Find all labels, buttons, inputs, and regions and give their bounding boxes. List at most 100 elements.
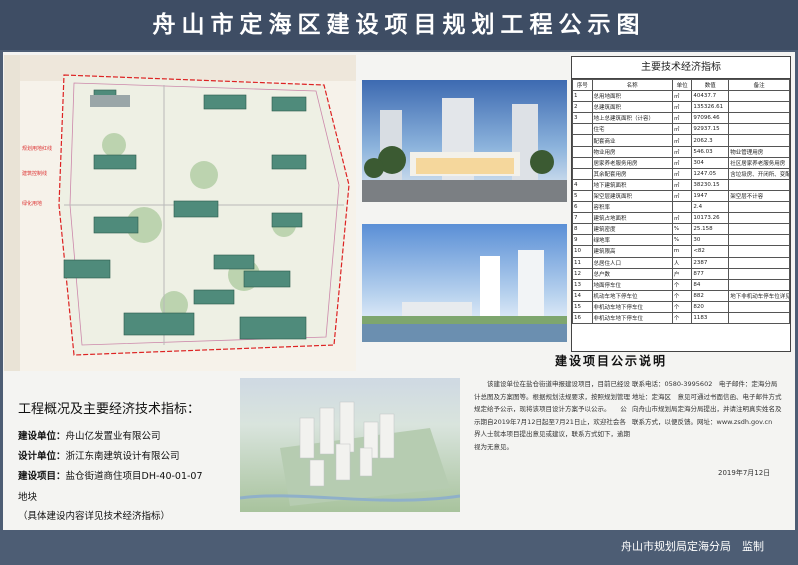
table-cell	[572, 123, 593, 136]
table-row: 14机动车地下停车位个882地下非机动车停车位详见图纸	[572, 289, 790, 302]
table-cell: <82	[691, 245, 730, 258]
notice-body-left: 该建设单位在盐仓街道申报建设项目，目前已经设计总图及方案图等。根据规划法规要求，…	[474, 380, 630, 451]
notice-date: 2019年7月12日	[718, 469, 771, 477]
overview-value: 舟山亿发置业有限公司	[65, 431, 161, 442]
table-header-cell: 数值	[691, 78, 730, 92]
table-row: 11 总居住人口人 2387	[572, 256, 790, 269]
overview-label: 建设项目：	[18, 471, 66, 482]
table-cell: 16	[572, 311, 593, 325]
table-cell: ㎡	[671, 101, 693, 114]
table-row: 4 地下建筑面积㎡ 38230.15	[572, 178, 790, 191]
table-header-cell: 备注	[728, 78, 790, 92]
table-cell: 1247.05	[691, 167, 730, 180]
table-cell	[728, 245, 790, 258]
table-cell: 97096.46	[691, 112, 730, 125]
table-grid: 序号 名称 单位 数值 备注 1 总用地面积㎡ 40437.7 2 总建筑面积㎡ 135326.6…	[572, 78, 790, 325]
table-cell: 容积率	[591, 201, 673, 214]
table-cell: 机动车地下停车位	[591, 289, 673, 302]
table-cell	[572, 167, 593, 180]
table-header-cell: 单位	[671, 78, 693, 92]
table-row: 12 总户数户 877	[572, 267, 790, 280]
table-row: 3 地上总建筑面积（计容）㎡ 97096.46	[572, 112, 790, 125]
table-cell: ㎡	[671, 90, 693, 103]
table-cell: 个	[671, 311, 693, 325]
table-cell: 绿地率	[591, 234, 673, 247]
table-cell: 10173.26	[691, 212, 730, 225]
technical-indicators-table: 主要技术经济指标 序号 名称 单位 数值 备注 1 总用地面积㎡ 40437.7 2 总建筑面积…	[571, 56, 791, 352]
table-cell: 地下非机动车停车位详见图纸	[728, 289, 790, 302]
table-row: 住宅㎡ 92937.15	[572, 123, 790, 136]
table-cell: 820	[691, 300, 730, 313]
table-cell: 非机动车地下停车位	[591, 311, 673, 325]
table-cell: 总户数	[591, 267, 673, 280]
table-cell	[728, 112, 790, 125]
table-cell: 非机动车地下停车位	[591, 300, 673, 313]
table-row: 6 容积率 2.4	[572, 201, 790, 214]
table-row: 配套商业㎡ 2062.3	[572, 134, 790, 147]
table-cell: m	[671, 245, 693, 258]
table-cell: 5	[572, 189, 593, 203]
table-cell	[728, 300, 790, 313]
overview-line-plot: 地块	[18, 489, 37, 503]
table-cell: 2	[572, 101, 593, 114]
table-cell: 1183	[691, 311, 730, 325]
overview-title: 工程概况及主要经济技术指标：	[18, 402, 201, 417]
table-cell	[728, 311, 790, 325]
table-cell: 建筑密度	[591, 223, 673, 236]
table-cell: 物业用房	[591, 145, 673, 158]
rendering-street-view-image	[362, 80, 567, 202]
table-cell: 11	[572, 256, 593, 269]
table-cell: ㎡	[671, 212, 693, 225]
table-cell: ㎡	[671, 145, 693, 158]
table-cell: 2387	[691, 256, 730, 269]
table-cell: 92937.15	[691, 123, 730, 136]
table-cell: 30	[691, 234, 730, 247]
table-cell: 配套商业	[591, 134, 673, 147]
table-cell: 14	[572, 289, 593, 302]
overview-line-client: 建设单位：舟山亿发置业有限公司	[18, 428, 161, 442]
table-cell: 总用地面积	[591, 90, 673, 103]
table-row: 13 地面停车位个 84	[572, 278, 790, 291]
table-cell: 40437.7	[691, 90, 730, 103]
table-cell: 3	[572, 112, 593, 125]
overview-value: 地块	[18, 492, 38, 503]
table-cell: 38230.15	[691, 178, 730, 191]
table-cell	[728, 90, 790, 103]
table-cell: 1947	[691, 189, 730, 203]
table-cell	[728, 234, 790, 247]
table-cell: 个	[671, 289, 693, 302]
overview-line-designer: 设计单位：浙江东南建筑设计有限公司	[18, 448, 180, 462]
table-body: 1 总用地面积㎡ 40437.7 2 总建筑面积㎡ 135326.61 3 地上总建筑面积（计…	[572, 90, 790, 325]
table-cell: 877	[691, 267, 730, 280]
table-cell: 社区居家养老服务用房	[728, 156, 790, 169]
table-cell: 居家养老服务用房	[591, 156, 673, 169]
footer-text: 舟山市规划局定海分局 监制	[621, 540, 764, 553]
svg-text:规划用地红线: 规划用地红线	[22, 145, 52, 152]
rendering-riverside-view-image	[362, 224, 567, 342]
table-cell	[728, 278, 790, 291]
table-cell: 7	[572, 212, 593, 225]
table-cell: 个	[671, 278, 693, 291]
table-cell: 建筑占地面积	[591, 212, 673, 225]
table-cell: 6	[572, 201, 593, 214]
notice-title: 建设项目公示说明	[555, 354, 668, 368]
table-cell: ㎡	[671, 167, 693, 180]
table-row: 9 绿地率% 30	[572, 234, 790, 247]
table-cell	[572, 156, 593, 169]
table-cell: 135326.61	[691, 101, 730, 114]
table-cell: 304	[691, 156, 730, 169]
table-row: 5 架空层建筑面积㎡ 1947 架空层不计容	[572, 189, 790, 203]
table-cell	[728, 223, 790, 236]
site-plan-image: 规划用地红线 建筑控制线 绿化用地	[4, 55, 356, 371]
table-cell: 84	[691, 278, 730, 291]
table-cell: 25.158	[691, 223, 730, 236]
table-cell: 882	[691, 289, 730, 302]
table-cell: 户	[671, 267, 693, 280]
table-cell: ㎡	[671, 123, 693, 136]
table-cell: 总居住人口	[591, 256, 673, 269]
table-cell: 架空层建筑面积	[591, 189, 673, 203]
table-cell: 物业管理用房	[728, 145, 790, 158]
table-cell: 15	[572, 300, 593, 313]
table-row: 7 建筑占地面积㎡ 10173.26	[572, 212, 790, 225]
table-cell: 总建筑面积	[591, 101, 673, 114]
